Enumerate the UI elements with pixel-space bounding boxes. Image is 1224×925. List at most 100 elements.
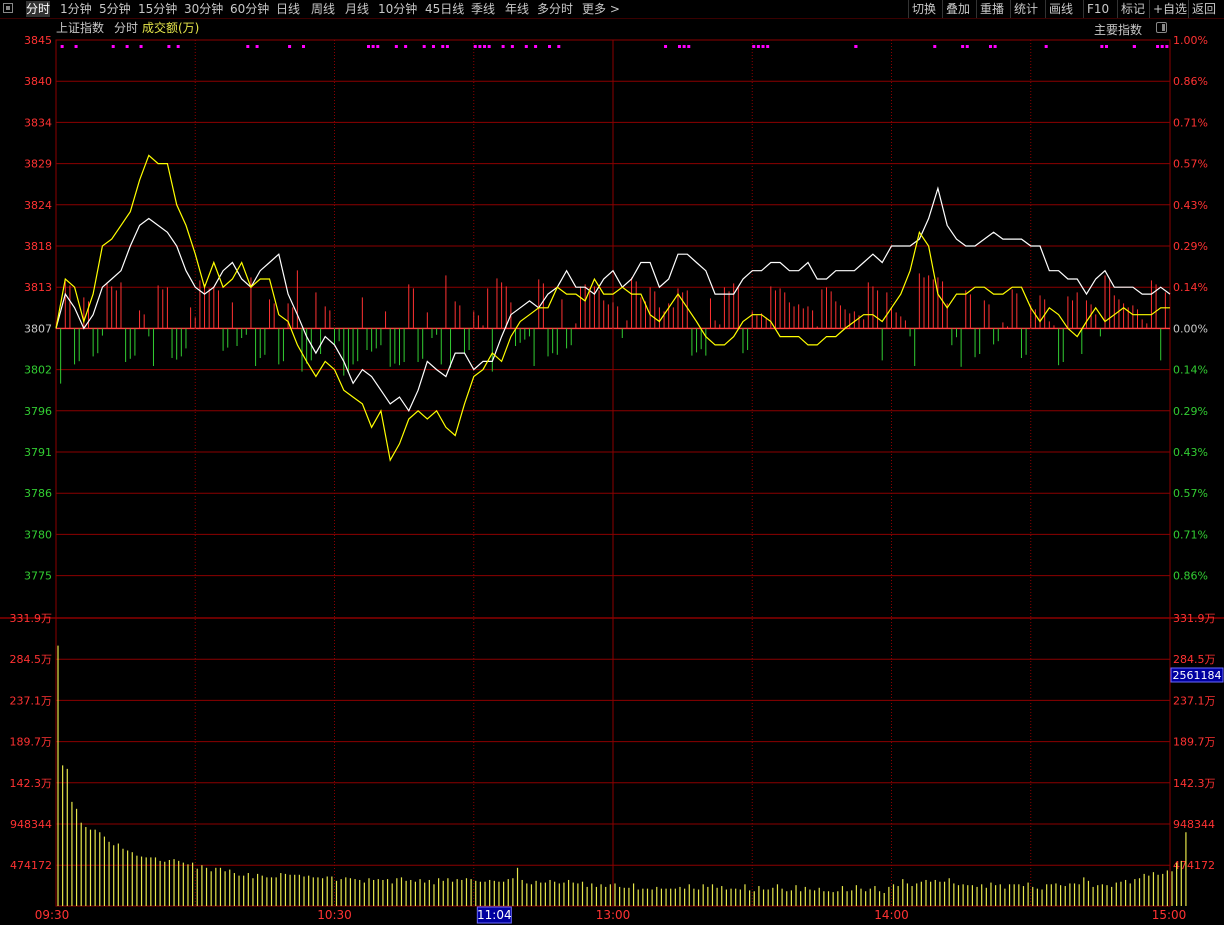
percent-tick-label: 0.14% bbox=[1173, 281, 1208, 294]
price-tick-label: 3807 bbox=[24, 322, 52, 335]
price-tick-label: 3834 bbox=[24, 116, 52, 129]
signal-marker bbox=[125, 45, 129, 48]
volume-tick-label: 948344 bbox=[10, 818, 52, 831]
signal-marker bbox=[445, 45, 449, 48]
signal-marker bbox=[682, 45, 686, 48]
time-axis-label: 09:30 bbox=[35, 908, 70, 922]
signal-marker bbox=[687, 45, 691, 48]
signal-marker bbox=[366, 45, 370, 48]
signal-marker bbox=[176, 45, 180, 48]
signal-marker bbox=[534, 45, 538, 48]
signal-marker bbox=[761, 45, 765, 48]
percent-tick-label: 0.71% bbox=[1173, 116, 1208, 129]
signal-marker bbox=[1165, 45, 1169, 48]
signal-marker bbox=[404, 45, 408, 48]
volume-tick-label: 237.1万 bbox=[10, 694, 53, 707]
signal-marker bbox=[677, 45, 681, 48]
signal-marker bbox=[441, 45, 445, 48]
volume-tick-label-right: 189.7万 bbox=[1173, 736, 1216, 749]
signal-marker bbox=[965, 45, 969, 48]
signal-marker bbox=[1132, 45, 1136, 48]
percent-tick-label: 1.00% bbox=[1173, 34, 1208, 47]
signal-marker bbox=[376, 45, 380, 48]
volume-tick-label: 284.5万 bbox=[10, 653, 53, 666]
signal-marker bbox=[961, 45, 965, 48]
signal-marker bbox=[487, 45, 491, 48]
signal-marker bbox=[111, 45, 115, 48]
signal-marker bbox=[756, 45, 760, 48]
signal-marker bbox=[854, 45, 858, 48]
volume-tick-label: 474172 bbox=[10, 859, 52, 872]
volume-tick-label-right: 142.3万 bbox=[1173, 777, 1216, 790]
signal-marker bbox=[993, 45, 997, 48]
signal-marker bbox=[246, 45, 250, 48]
price-tick-label: 3840 bbox=[24, 75, 52, 88]
signal-marker bbox=[422, 45, 426, 48]
percent-tick-label: 0.29% bbox=[1173, 240, 1208, 253]
signal-marker bbox=[524, 45, 528, 48]
price-tick-label: 3786 bbox=[24, 487, 52, 500]
signal-marker bbox=[501, 45, 505, 48]
signal-marker bbox=[1105, 45, 1109, 48]
price-tick-label: 3796 bbox=[24, 405, 52, 418]
volume-tick-label-right: 284.5万 bbox=[1173, 653, 1216, 666]
signal-marker bbox=[766, 45, 770, 48]
signal-marker bbox=[60, 45, 64, 48]
percent-tick-label: 0.43% bbox=[1173, 199, 1208, 212]
price-tick-label: 3818 bbox=[24, 240, 52, 253]
cursor-volume-label: 2561184 bbox=[1173, 669, 1222, 682]
signal-marker bbox=[1100, 45, 1104, 48]
time-axis-label: 10:30 bbox=[317, 908, 352, 922]
percent-tick-label: 0.00% bbox=[1173, 322, 1208, 335]
percent-tick-label: 0.14% bbox=[1173, 364, 1208, 377]
price-tick-label: 3802 bbox=[24, 364, 52, 377]
price-tick-label: 3780 bbox=[24, 528, 52, 541]
volume-tick-label-right: 237.1万 bbox=[1173, 694, 1216, 707]
volume-tick-label: 142.3万 bbox=[10, 777, 53, 790]
volume-tick-label: 189.7万 bbox=[10, 736, 53, 749]
signal-marker bbox=[288, 45, 292, 48]
signal-marker bbox=[478, 45, 482, 48]
signal-marker bbox=[1156, 45, 1160, 48]
signal-marker bbox=[74, 45, 78, 48]
signal-marker bbox=[302, 45, 306, 48]
signal-marker bbox=[664, 45, 668, 48]
signal-marker bbox=[557, 45, 561, 48]
time-axis-label: 13:00 bbox=[596, 908, 631, 922]
signal-marker bbox=[473, 45, 477, 48]
percent-tick-label: 0.86% bbox=[1173, 570, 1208, 583]
signal-marker bbox=[548, 45, 552, 48]
signal-marker bbox=[483, 45, 487, 48]
volume-tick-label-right: 948344 bbox=[1173, 818, 1215, 831]
time-axis-label: 14:00 bbox=[874, 908, 909, 922]
percent-tick-label: 0.43% bbox=[1173, 446, 1208, 459]
price-tick-label: 3775 bbox=[24, 570, 52, 583]
volume-tick-label-right: 474172 bbox=[1173, 859, 1215, 872]
signal-marker bbox=[394, 45, 398, 48]
signal-marker bbox=[752, 45, 756, 48]
percent-tick-label: 0.57% bbox=[1173, 158, 1208, 171]
signal-marker bbox=[510, 45, 514, 48]
signal-marker bbox=[255, 45, 259, 48]
signal-marker bbox=[431, 45, 435, 48]
price-tick-label: 3824 bbox=[24, 199, 52, 212]
price-tick-label: 3813 bbox=[24, 281, 52, 294]
price-tick-label: 3829 bbox=[24, 158, 52, 171]
percent-tick-label: 0.86% bbox=[1173, 75, 1208, 88]
percent-tick-label: 0.29% bbox=[1173, 405, 1208, 418]
time-axis-label: 15:00 bbox=[1152, 908, 1187, 922]
percent-tick-label: 0.57% bbox=[1173, 487, 1208, 500]
percent-tick-label: 0.71% bbox=[1173, 528, 1208, 541]
signal-marker bbox=[1044, 45, 1048, 48]
signal-marker bbox=[371, 45, 375, 48]
intraday-chart[interactable]: 3845 1.00% 3840 0.86% 3834 0.71% 3829 0.57% 3824… bbox=[0, 0, 1224, 925]
signal-marker bbox=[167, 45, 171, 48]
signal-marker bbox=[933, 45, 937, 48]
signal-marker bbox=[139, 45, 143, 48]
price-tick-label: 3791 bbox=[24, 446, 52, 459]
cursor-time-label: 11:04 bbox=[477, 908, 512, 922]
volume-tick-label-right: 331.9万 bbox=[1173, 612, 1216, 625]
signal-marker bbox=[1160, 45, 1164, 48]
price-tick-label: 3845 bbox=[24, 34, 52, 47]
volume-tick-label: 331.9万 bbox=[10, 612, 53, 625]
